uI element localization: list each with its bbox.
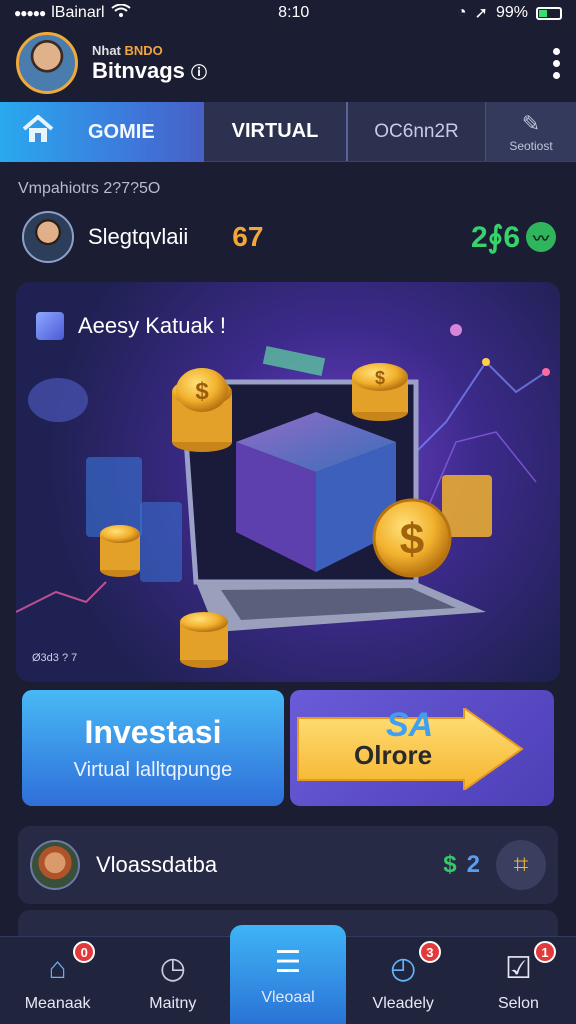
subtitle-prefix: Nhat [92,42,121,58]
tab-home[interactable]: GOMIE [0,102,204,162]
nav-history-label: Vleadely [372,994,434,1012]
trend-icon: 〰 [526,222,556,252]
svg-text:$: $ [375,368,385,388]
activity-row[interactable]: Vloassdatba $ 2 ⌗ [18,826,558,904]
status-bar: ●●●●● lBainarl 8:10 ◔ ➚ 99% [0,0,576,26]
hero-footer: Ø3d3 ? 7 [32,652,78,664]
explore-button[interactable]: SA Olrore [290,690,554,806]
svg-text:$: $ [195,378,209,405]
invest-subtitle: Virtual lalltqpunge [73,759,233,781]
cube-icon [36,312,64,340]
svg-text:$: $ [400,515,424,564]
user-score: 2∮6 〰 [471,220,556,255]
invest-title: Investasi [84,714,222,750]
user-number: 67 [232,221,264,252]
header-subtitle: Nhat BNDO [92,43,207,58]
tab-home-label: GOMIE [88,120,155,143]
home-icon: ⌂ [48,951,67,985]
carrier-label: lBainarl [51,4,105,21]
gauge-icon: ◷ [159,952,186,985]
tab-virtual[interactable]: VIRTUAL [204,102,348,161]
tab-settings[interactable]: ✎ Seotiost [486,102,576,161]
nav-settings-label: Selon [497,994,539,1012]
currency-symbol: $ [443,851,457,878]
profile-avatar[interactable] [16,32,78,94]
clock-time: 8:10 [278,4,310,21]
nav-home[interactable]: ⌂ Meanaak 0 [0,937,115,1024]
wifi-icon [110,3,131,23]
hero-heading-text: Aeesy Katuak ! [78,313,226,338]
nav-market[interactable]: ◷ Maitny [115,937,230,1024]
more-menu-icon[interactable] [553,47,560,79]
user-avatar [22,211,74,263]
tab-code[interactable]: OC6nn2R [348,102,486,161]
nav-history[interactable]: ◴ Vleadely 3 [346,937,461,1024]
signal-icon: ●●●●● [14,6,46,20]
bottom-nav: ⌂ Meanaak 0 ◷ Maitny ☰ Vleoaal ◴ Vleadel… [0,925,576,1024]
invest-button[interactable]: Investasi Virtual lalltqpunge [22,690,284,806]
battery-percent: 99% [495,4,528,21]
app-header: Nhat BNDO Bitnvags ⓘ [0,26,576,100]
nav-voucher-label: Vleoaal [261,988,315,1006]
activity-avatar [30,840,80,890]
nav-home-label: Meanaak [24,994,91,1012]
user-summary-row[interactable]: Slegtqvlaii 67 2∮6 〰 [22,210,556,264]
ticket-icon: ☰ [274,946,302,979]
tab-code-label: OC6nn2R [374,120,459,142]
tab-settings-label: Seotiost [509,138,553,153]
alarm-icon: ◔ [456,4,467,21]
score-value: 2∮6 [471,220,520,254]
notification-badge: 0 [73,941,96,963]
notification-badge: 1 [534,941,557,963]
activity-amount: $ 2 [443,851,480,879]
nav-settings[interactable]: ☑ Selon 1 [461,937,576,1024]
hero-heading: Aeesy Katuak ! [36,312,226,340]
user-name: Slegtqvlaii [88,224,189,249]
activity-name: Vloassdatba [96,852,218,877]
award-icon[interactable]: ⌗ [496,840,546,890]
explore-label: Olrore [354,740,433,770]
tab-bar: GOMIE VIRTUAL OC6nn2R ✎ Seotiost [0,102,576,162]
nav-voucher[interactable]: ☰ Vleoaal [230,925,346,1024]
battery-icon [535,6,562,20]
nav-market-label: Maitny [149,994,197,1012]
hero-illustration: $ $ $ [16,324,550,668]
wrench-icon: ✎ [521,110,541,136]
home-icon [22,114,54,150]
subtitle-accent: BNDO [124,42,163,58]
app-title: Bitnvags ⓘ [92,58,207,84]
info-icon[interactable]: ⓘ [191,65,207,82]
location-icon: ➚ [474,5,488,22]
tab-virtual-label: VIRTUAL [231,120,319,142]
clock-icon: ◴ [390,952,417,985]
amount-value: 2 [466,851,480,878]
app-title-text: Bitnvags [92,57,185,83]
recent-label: Vmpahiotrs 2?7?5O [18,180,161,197]
hero-banner[interactable]: $ $ $ Aeesy Katuak ! Ø3d3 ? 7 [16,282,560,682]
checklist-icon: ☑ [504,952,532,985]
notification-badge: 3 [418,941,441,963]
